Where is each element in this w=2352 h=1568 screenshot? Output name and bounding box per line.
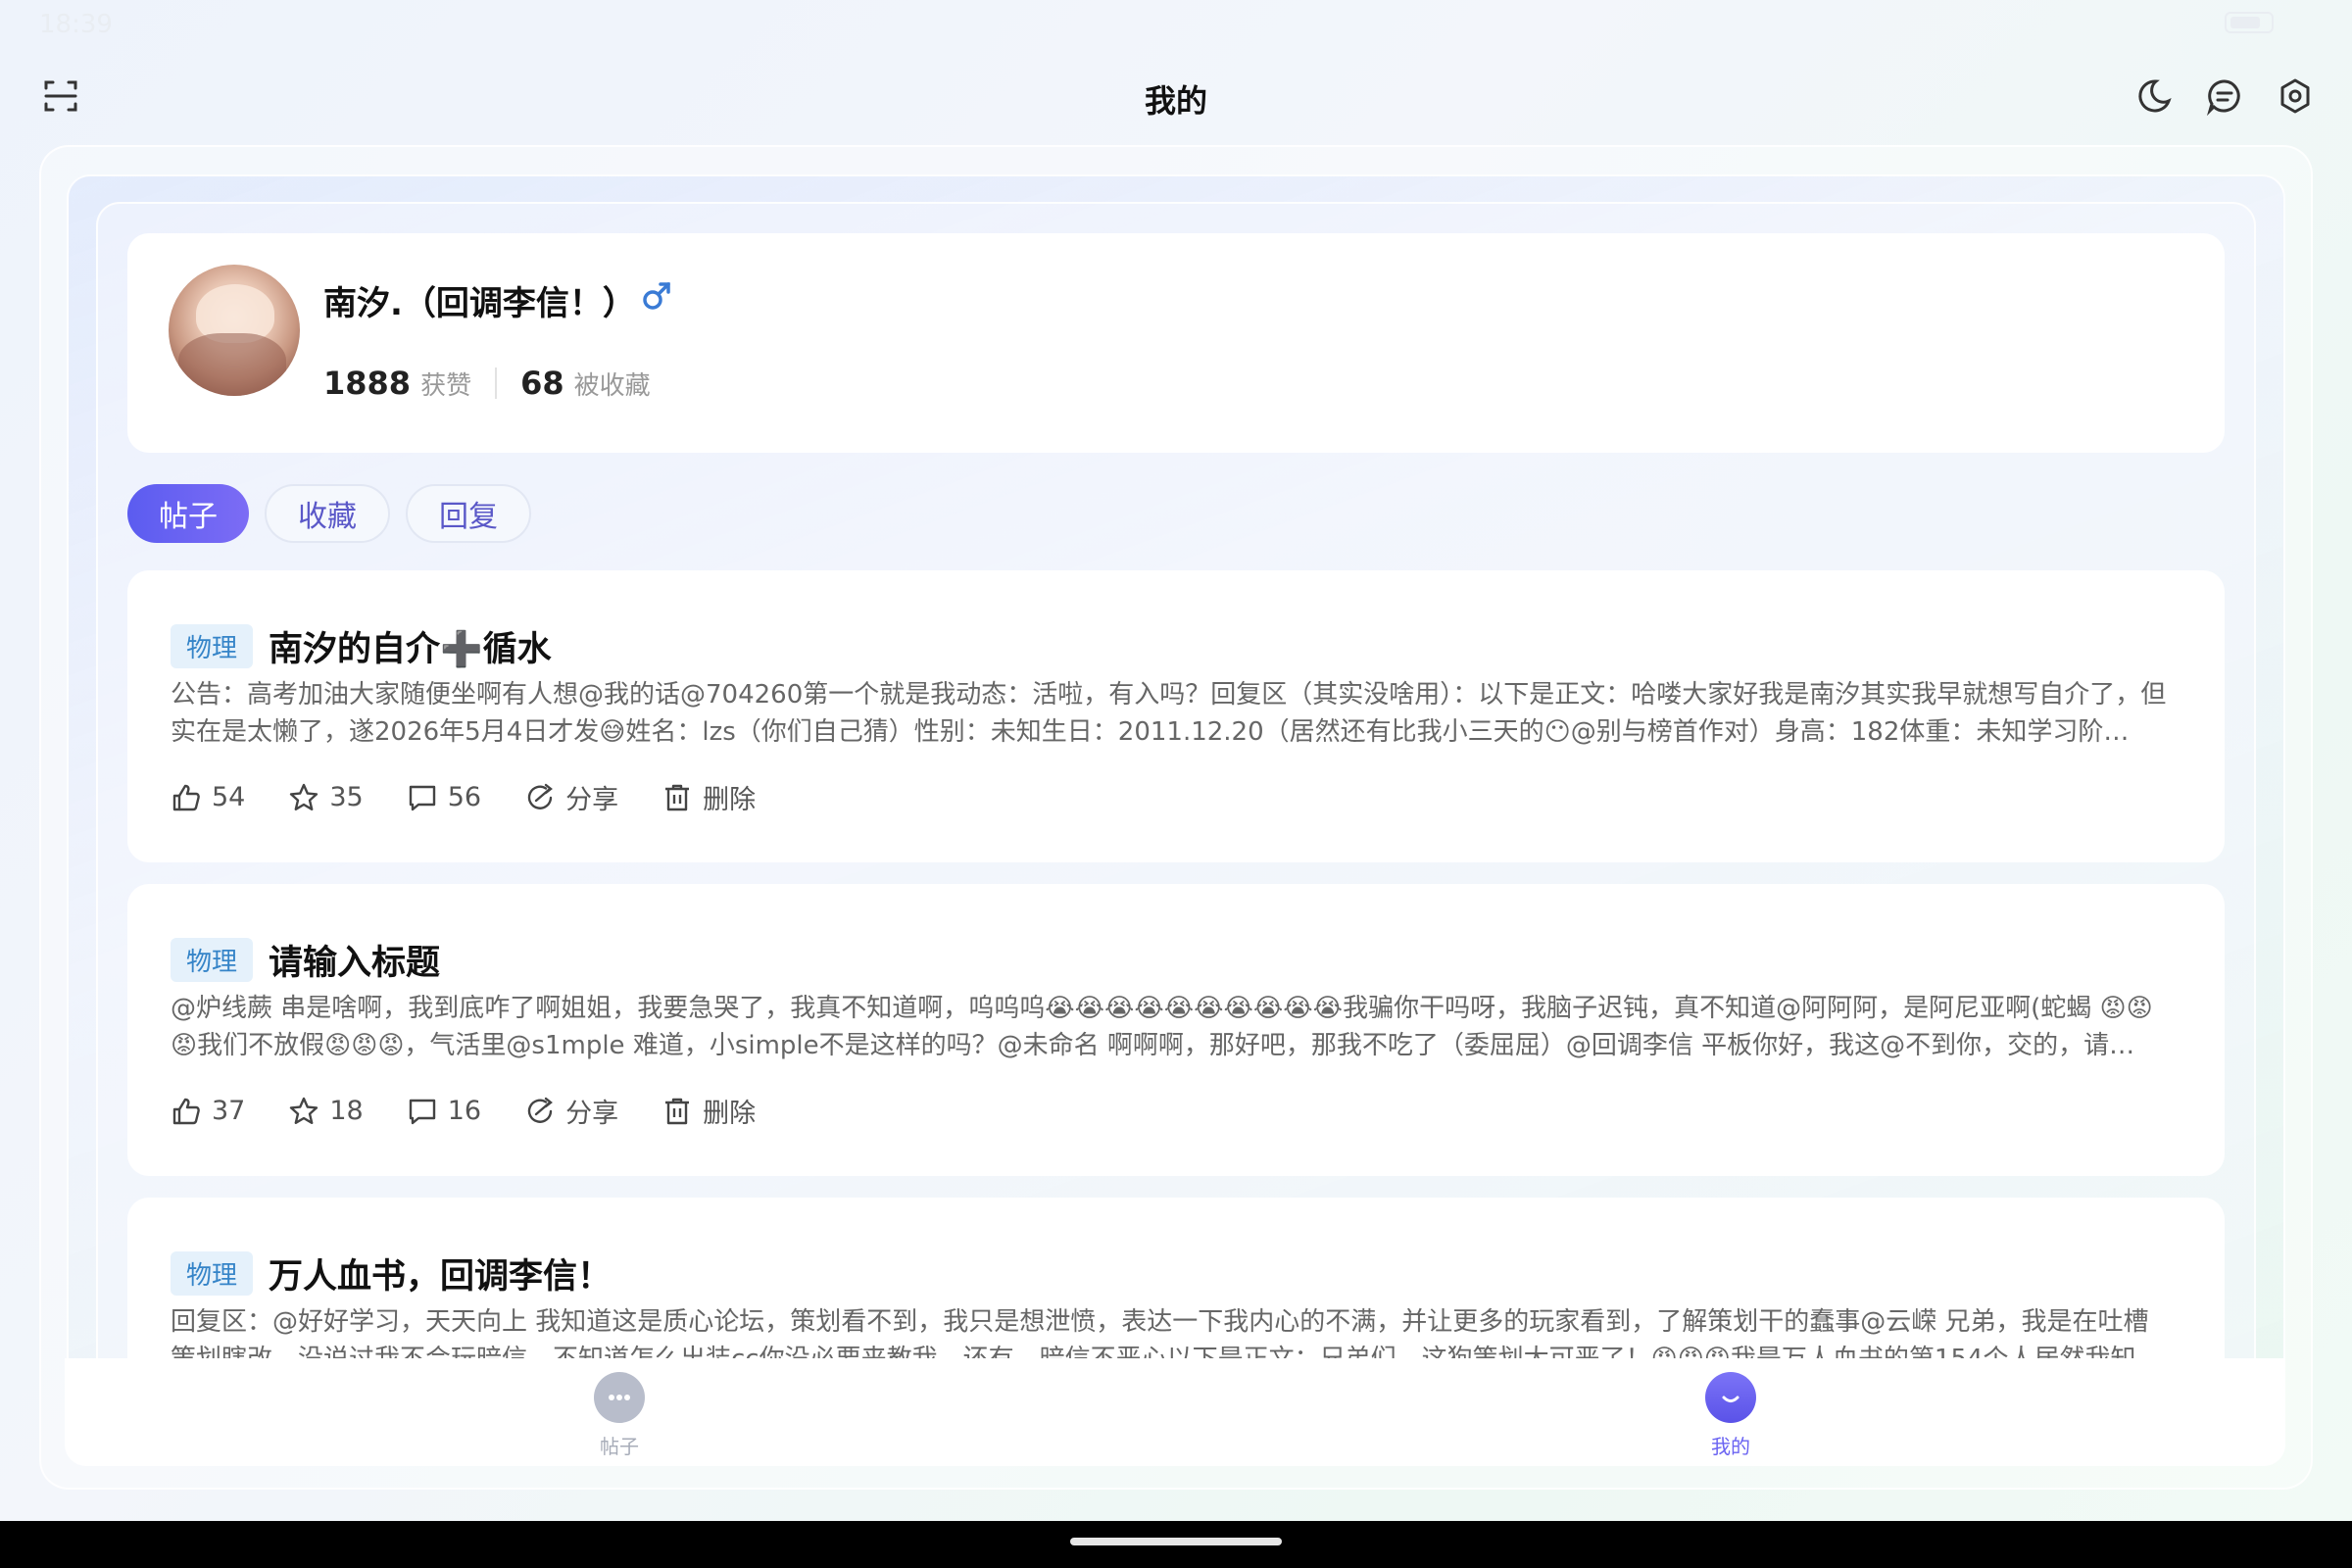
like-button[interactable]: 37: [171, 1096, 245, 1127]
thumbs-up-icon: [172, 784, 200, 810]
star-count: 18: [329, 1096, 364, 1126]
post-title: 请输入标题: [269, 944, 441, 983]
thumbs-up-icon: [172, 1098, 200, 1124]
post-body: @炉线蕨 串是啥啊，我到底咋了啊姐姐，我要急哭了，我真不知道啊，呜呜呜😭😭😭😭😭…: [171, 994, 2153, 1060]
share-icon: [527, 783, 553, 809]
nav-item-posts[interactable]: 帖子: [561, 1358, 678, 1466]
profile-card: 南汐.（回调李信！） 1888 获赞 68 被收藏: [127, 233, 2225, 453]
star-button[interactable]: 35: [288, 782, 364, 813]
star-icon: [290, 783, 318, 810]
message-icon[interactable]: [2203, 74, 2246, 118]
post-title: 南汐的自介➕循水: [269, 630, 552, 669]
post-tag: 物理: [171, 938, 254, 982]
delete-label: 删除: [703, 785, 757, 815]
comment-button[interactable]: 16: [407, 1096, 481, 1127]
profile-stats: 1888 获赞 68 被收藏: [323, 365, 651, 402]
like-count: 54: [212, 782, 246, 812]
avatar[interactable]: [169, 265, 300, 396]
dark-mode-icon[interactable]: [2132, 74, 2176, 118]
page-title: 我的: [1144, 82, 1207, 120]
comment-count: 16: [447, 1096, 482, 1126]
favorited-label: 被收藏: [573, 370, 651, 401]
nav-label: 我的: [1711, 1435, 1750, 1458]
top-header: 我的: [0, 59, 2352, 137]
male-icon: [643, 282, 670, 310]
nav-label: 帖子: [600, 1435, 639, 1458]
smile-icon: [1705, 1372, 1756, 1423]
post-tag: 物理: [171, 1251, 254, 1296]
post-actions: 54 35 56 分享 删除: [171, 778, 756, 816]
settings-icon[interactable]: [2274, 74, 2317, 118]
post-card[interactable]: 物理 万人血书，回调李信！ 回复区：@好好学习，天天向上 我知道这是质心论坛，策…: [127, 1198, 2225, 1358]
trash-icon: [665, 784, 690, 810]
post-card[interactable]: 物理 请输入标题 @炉线蕨 串是啥啊，我到底咋了啊姐姐，我要急哭了，我真不知道啊…: [127, 884, 2225, 1176]
share-label: 分享: [565, 1099, 619, 1129]
favorited-count: 68: [520, 365, 564, 402]
comment-button[interactable]: 56: [407, 782, 481, 813]
home-indicator[interactable]: [1070, 1538, 1282, 1545]
share-button[interactable]: 分享: [524, 778, 618, 816]
star-button[interactable]: 18: [288, 1096, 364, 1127]
profile-tabs: 帖子 收藏 回复: [127, 484, 531, 543]
likes-label: 获赞: [420, 370, 472, 401]
post-body: 公告：高考加油大家随便坐啊有人想@我的话@704260第一个就是我动态：活啦，有…: [171, 680, 2167, 747]
post-body: 回复区：@好好学习，天天向上 我知道这是质心论坛，策划看不到，我只是想泄愤，表达…: [171, 1307, 2149, 1358]
star-count: 35: [329, 782, 364, 812]
battery-icon: [2225, 12, 2274, 33]
bottom-nav: 帖子 我的: [65, 1358, 2285, 1466]
share-label: 分享: [565, 785, 619, 815]
user-name: 南汐.（回调李信！）: [323, 284, 636, 323]
delete-button[interactable]: 删除: [662, 778, 756, 816]
star-icon: [290, 1097, 318, 1124]
chat-bubble-icon: [594, 1372, 645, 1423]
post-card[interactable]: 物理 南汐的自介➕循水 公告：高考加油大家随便坐啊有人想@我的话@704260第…: [127, 570, 2225, 862]
comment-count: 56: [447, 782, 482, 812]
tab-replies[interactable]: 回复: [406, 484, 531, 543]
stat-divider: [495, 368, 498, 399]
tab-favorites[interactable]: 收藏: [265, 484, 390, 543]
comment-icon: [409, 1099, 435, 1124]
tab-posts[interactable]: 帖子: [127, 484, 249, 543]
post-title: 万人血书，回调李信！: [269, 1257, 612, 1297]
post-actions: 37 18 16 分享 删除: [171, 1092, 756, 1130]
status-time: 18:39: [39, 10, 113, 39]
share-icon: [527, 1097, 553, 1123]
delete-button[interactable]: 删除: [662, 1092, 756, 1130]
delete-label: 删除: [703, 1099, 757, 1129]
trash-icon: [665, 1098, 690, 1124]
like-button[interactable]: 54: [171, 782, 245, 813]
like-count: 37: [212, 1096, 246, 1126]
likes-count: 1888: [323, 365, 412, 402]
post-tag: 物理: [171, 624, 254, 668]
status-bar: 18:39: [0, 0, 2352, 49]
nav-item-mine[interactable]: 我的: [1672, 1358, 1789, 1466]
share-button[interactable]: 分享: [524, 1092, 618, 1130]
comment-icon: [409, 785, 435, 810]
